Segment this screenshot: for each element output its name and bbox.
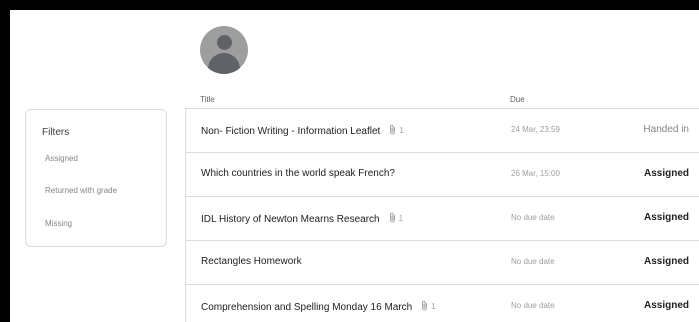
assignment-row[interactable]: Comprehension and Spelling Monday 16 Mar… (186, 285, 699, 322)
assignment-due: 26 Mar, 15:00 (511, 169, 560, 178)
assignment-row[interactable]: Rectangles Homework No due date Assigned (186, 241, 699, 285)
column-header-due: Due (510, 95, 525, 104)
assignment-row[interactable]: Non- Fiction Writing - Information Leafl… (186, 109, 699, 153)
paperclip-icon (390, 124, 396, 135)
avatar-head (217, 35, 232, 50)
assignment-status: Assigned (643, 168, 689, 179)
assignment-title: Which countries in the world speak Frenc… (201, 168, 395, 179)
assignment-title: IDL History of Newton Mearns Research 1 (201, 212, 404, 225)
assignment-status: Assigned (643, 256, 689, 267)
assignment-list: Non- Fiction Writing - Information Leafl… (185, 108, 699, 322)
paperclip-icon (422, 300, 428, 311)
attachment-count: 1 (389, 124, 404, 135)
account-avatar-icon[interactable] (200, 26, 248, 74)
attachment-count: 1 (389, 212, 403, 223)
classwork-page: Title Due Filters Assigned Returned with… (10, 10, 699, 322)
assignment-title: Non- Fiction Writing - Information Leafl… (201, 124, 404, 137)
column-header-title: Title (200, 95, 215, 104)
avatar-body (208, 53, 240, 74)
filter-missing[interactable]: Missing (45, 219, 72, 228)
assignment-row[interactable]: Which countries in the world speak Frenc… (186, 153, 699, 197)
filter-returned-with-grade[interactable]: Returned with grade (45, 186, 117, 195)
assignment-due: No due date (511, 257, 555, 266)
assignment-due: No due date (511, 301, 555, 310)
assignment-status: Assigned (643, 212, 689, 223)
filters-panel: Filters Assigned Returned with grade Mis… (25, 109, 167, 247)
assignment-title: Comprehension and Spelling Monday 16 Mar… (201, 300, 436, 313)
filter-assigned[interactable]: Assigned (45, 154, 78, 163)
assignment-status: Assigned (643, 300, 689, 311)
assignment-status: Handed in (643, 124, 689, 135)
attachment-count: 1 (421, 300, 436, 311)
paperclip-icon (389, 212, 395, 223)
assignment-title: Rectangles Homework (201, 256, 302, 267)
assignment-due: 24 Mar, 23:59 (511, 125, 560, 134)
filters-heading: Filters (42, 127, 70, 138)
assignment-due: No due date (511, 213, 555, 222)
assignment-row[interactable]: IDL History of Newton Mearns Research 1 N… (186, 197, 699, 241)
